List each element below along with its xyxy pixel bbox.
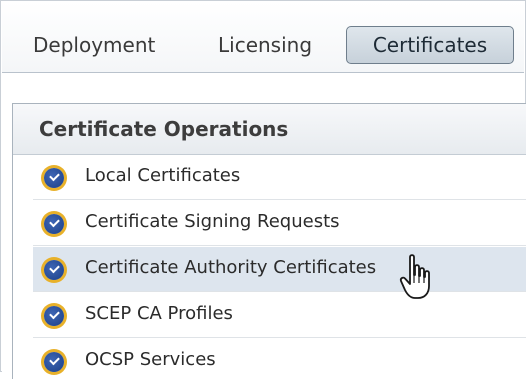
menu-item-ocsp-services[interactable]: OCSP Services — [33, 339, 526, 379]
panel-title: Certificate Operations — [39, 117, 289, 141]
menu-item-certificate-authority-certificates[interactable]: Certificate Authority Certificates — [33, 247, 526, 292]
hand-pointer-cursor-icon — [399, 254, 430, 299]
menu-item-label: Certificate Signing Requests — [85, 211, 340, 232]
certificate-badge-icon — [44, 214, 64, 234]
panel-header: Certificate Operations — [13, 104, 526, 155]
tab-certificates[interactable]: Certificates — [346, 26, 514, 64]
tab-deployment[interactable]: Deployment — [33, 28, 155, 62]
menu-item-scep-ca-profiles[interactable]: SCEP CA Profiles — [33, 293, 526, 338]
menu-item-label: Local Certificates — [85, 165, 241, 186]
tab-licensing[interactable]: Licensing — [218, 28, 312, 62]
certificate-badge-icon — [44, 260, 64, 280]
menu-item-certificate-signing-requests[interactable]: Certificate Signing Requests — [33, 201, 526, 246]
menu-item-label: OCSP Services — [85, 349, 216, 370]
certificate-badge-icon — [44, 168, 64, 188]
menu-item-local-certificates[interactable]: Local Certificates — [33, 155, 526, 200]
content-area: Certificate Operations Local Certificate… — [2, 73, 526, 379]
app-window: Deployment Licensing Certificates Certif… — [0, 0, 526, 379]
certificate-badge-icon — [44, 352, 64, 372]
certificate-operations-panel: Certificate Operations Local Certificate… — [12, 103, 526, 379]
menu-item-label: Certificate Authority Certificates — [85, 257, 377, 278]
certificate-badge-icon — [44, 306, 64, 326]
top-tab-bar: Deployment Licensing Certificates — [2, 2, 524, 73]
menu-item-label: SCEP CA Profiles — [85, 303, 233, 324]
